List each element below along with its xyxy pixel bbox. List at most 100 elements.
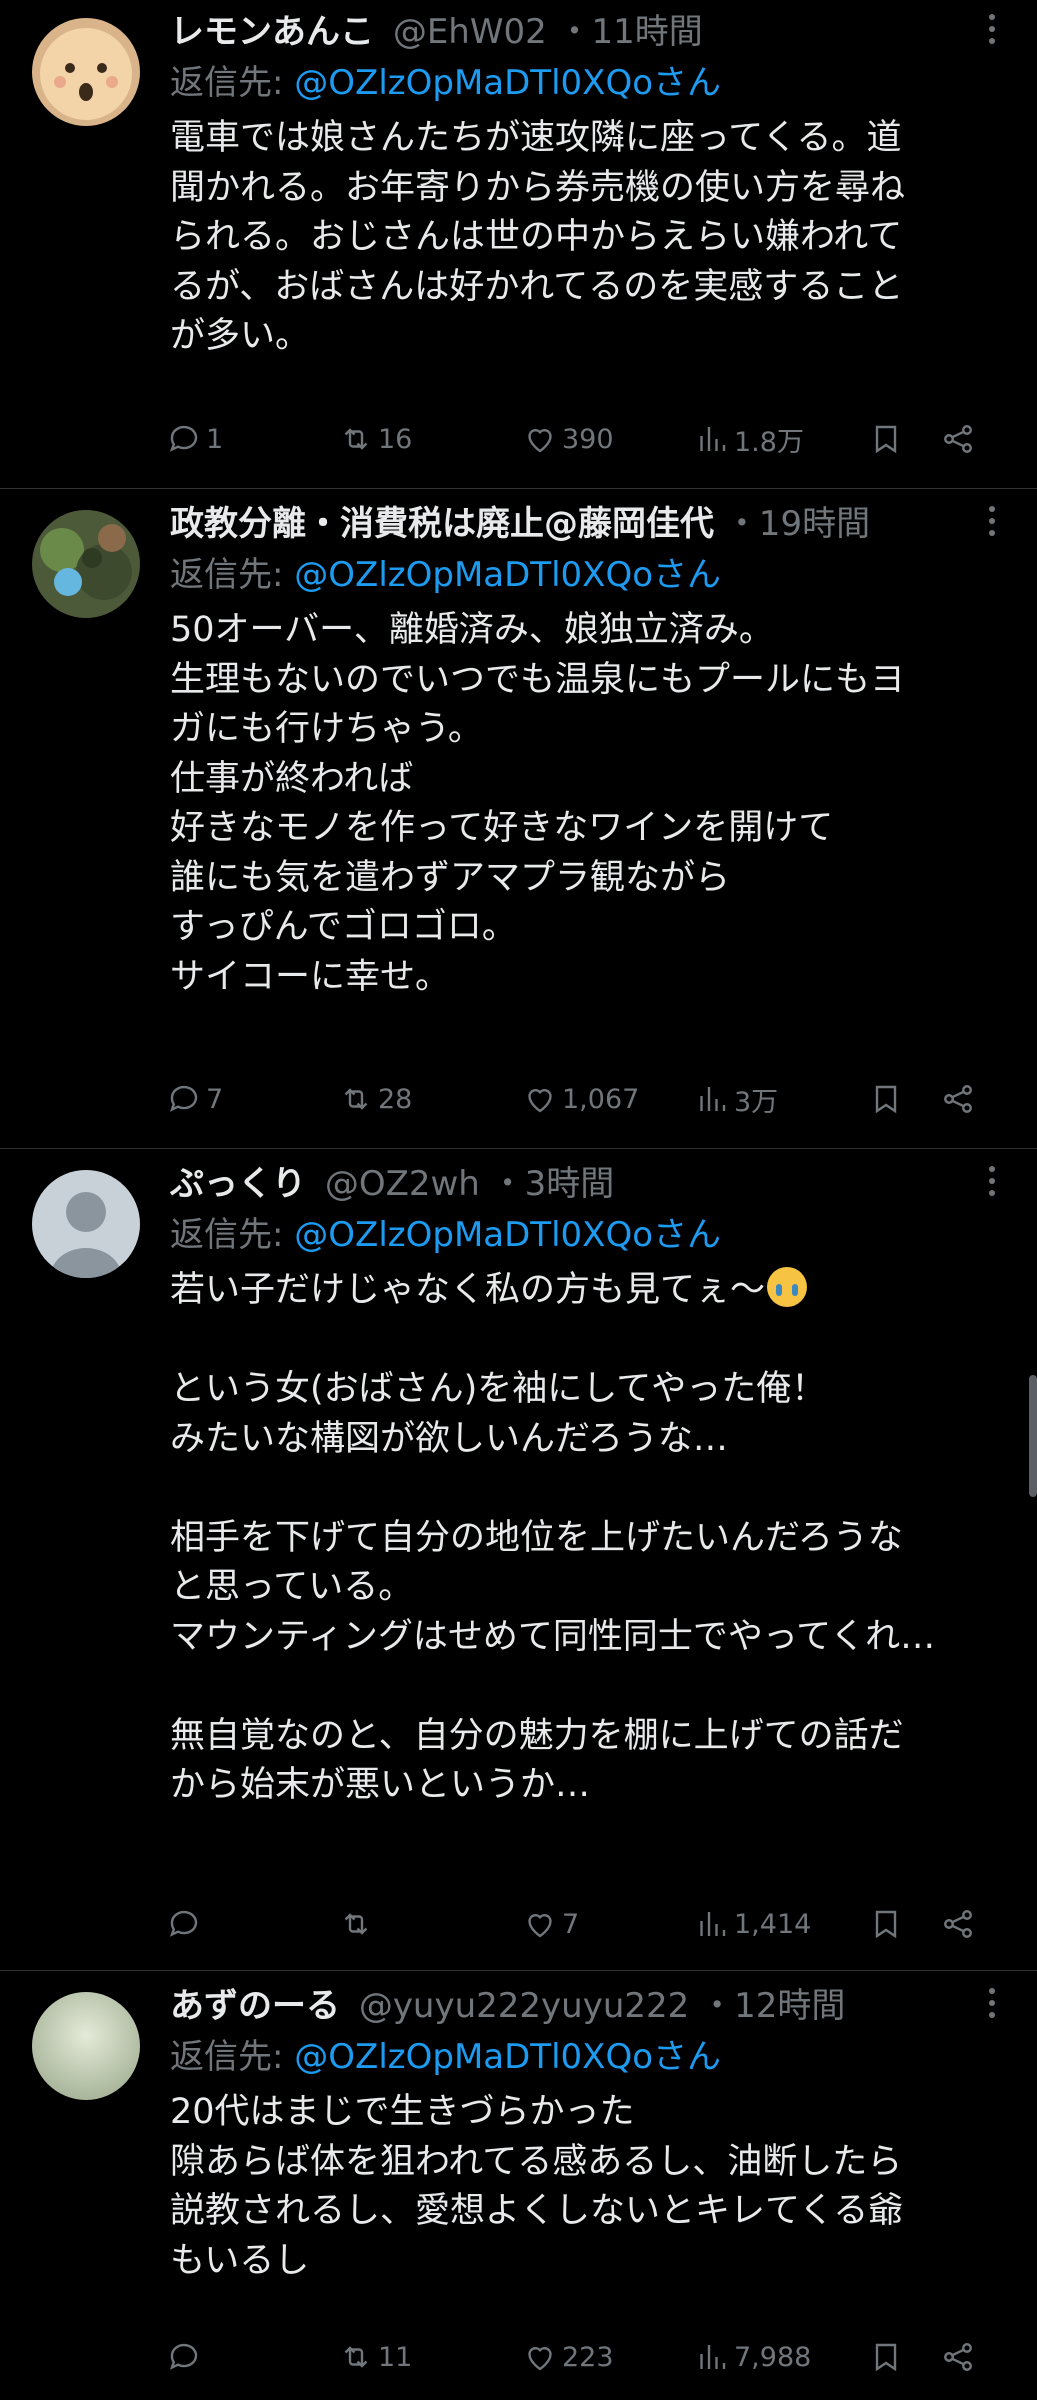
share-button[interactable] [940,1899,978,1949]
more-options-icon[interactable] [977,1982,1007,2026]
like-button[interactable]: 223 [522,2332,614,2382]
avatar[interactable] [32,18,140,126]
bookmark-icon [875,425,897,454]
reply-icon [169,1085,198,1112]
display-name[interactable]: あずのーる [170,1986,340,2026]
user-handle[interactable]: @OZ2wh [325,1164,480,1204]
bookmark-button[interactable] [868,414,906,464]
retweet-button[interactable]: 28 [338,1074,412,1124]
display-name[interactable]: ぷっくり [170,1164,306,1204]
view-count: 7,988 [734,2341,812,2373]
reply-button[interactable] [166,1899,206,1949]
views-button[interactable]: 7,988 [694,2332,811,2382]
more-options-icon[interactable] [977,8,1007,52]
retweet-button[interactable] [338,1899,378,1949]
avatar[interactable] [32,1170,140,1278]
heart-icon [528,2347,552,2371]
like-count: 1,067 [562,1083,640,1115]
retweet-count: 16 [378,423,413,455]
divider [0,488,1037,489]
bookmark-button[interactable] [868,1899,906,1949]
action-bar: 1 16 390 1.8万 [166,414,1006,464]
tweet-text: 20代はまじで生きづらかった 隙あらば体を狙われてる感あるし、油断したら 説教さ… [170,2088,1010,2286]
tweet-item[interactable]: あずのーる @yuyu222yuyu222 ・12時間 返信先: @OZlzOp… [0,1974,1037,2400]
tweet-text-line: られる。おじさんは世の中からえらい嫌われて [170,217,903,257]
user-handle[interactable]: @EhW02 [393,12,547,52]
views-chart-icon [700,427,726,451]
retweet-icon [344,428,368,450]
reply-button[interactable]: 7 [166,1074,223,1124]
reply-button[interactable]: 1 [166,414,223,464]
like-button[interactable]: 1,067 [522,1074,639,1124]
action-bar: 11 223 7,988 [166,2332,1006,2382]
reply-icon [169,2343,198,2370]
loudly-crying-face-icon [767,1267,808,1307]
reply-label: 返信先: [170,2037,295,2077]
tweet-header: あずのーる @yuyu222yuyu222 ・12時間 [170,1984,845,2028]
bookmark-button[interactable] [868,2332,906,2382]
reply-to-link[interactable]: @OZlzOpMaDTl0XQoさん [294,1215,721,1255]
reply-label: 返信先: [170,63,295,103]
reply-to-link[interactable]: @OZlzOpMaDTl0XQoさん [294,2037,721,2077]
display-name[interactable]: レモンあんこ [170,12,374,52]
tweet-text-line: 若い子だけじゃなく私の方も見てぇ〜 [170,1266,1010,1316]
tweet-text-line: 50オーバー、離婚済み、娘独立済み。 [170,610,774,650]
tweet-item[interactable]: ぷっくり @OZ2wh ・3時間 返信先: @OZlzOpMaDTl0XQoさん… [0,1152,1037,1970]
tweet-text-line: 20代はまじで生きづらかった [170,2092,635,2132]
action-bar: 7 1,414 [166,1899,1006,1949]
views-button[interactable]: 1.8万 [694,414,804,464]
views-chart-icon [700,1087,726,1111]
views-button[interactable]: 1,414 [694,1899,811,1949]
share-button[interactable] [940,414,978,464]
divider [0,1148,1037,1149]
like-button[interactable]: 7 [522,1899,579,1949]
retweet-button[interactable]: 11 [338,2332,412,2382]
retweet-button[interactable]: 16 [338,414,412,464]
tweet-text-line: 相手を下げて自分の地位を上げたいんだろうな [170,1517,903,1558]
tweet-text-line: マウンティングはせめて同性同士でやってくれ… [170,1616,936,1657]
views-button[interactable]: 3万 [694,1074,778,1124]
share-button[interactable] [940,2332,978,2382]
avatar[interactable] [32,1992,140,2100]
timestamp[interactable]: ・19時間 [725,504,870,544]
views-chart-icon [700,2345,726,2369]
retweet-count: 11 [378,2341,413,2373]
retweet-count: 28 [378,1083,413,1115]
like-count: 7 [562,1908,580,1940]
timestamp[interactable]: ・12時間 [700,1986,845,2026]
tweet-item[interactable]: レモンあんこ @EhW02 ・11時間 返信先: @OZlzOpMaDTl0XQ… [0,0,1037,488]
tweet-text-line: ガにも行けちゃう。 [170,709,483,749]
scrollbar-thumb[interactable] [1029,1375,1037,1497]
timestamp[interactable]: ・3時間 [491,1164,615,1204]
like-button[interactable]: 390 [522,414,614,464]
tweet-text-line [170,1464,1010,1514]
tweet-text-line: もいるし [170,2240,310,2281]
retweet-icon [344,1913,368,1935]
more-options-icon[interactable] [977,500,1007,544]
reply-to-link[interactable]: @OZlzOpMaDTl0XQoさん [294,555,721,595]
reply-count: 1 [206,423,224,455]
view-count: 1.8万 [734,426,804,458]
retweet-icon [344,1088,368,1110]
views-chart-icon [700,1912,726,1936]
tweet-item[interactable]: 政教分離・消費税は廃止@藤岡佳代 ・19時間 返信先: @OZlzOpMaDTl… [0,492,1037,1147]
bookmark-button[interactable] [868,1074,906,1124]
tweet-text: 若い子だけじゃなく私の方も見てぇ〜 という女(おばさん)を袖にしてやった俺！ み… [170,1266,1010,1811]
display-name[interactable]: 政教分離・消費税は廃止@藤岡佳代 [170,504,714,544]
avatar[interactable] [32,510,140,618]
tweet-text-line: 説教されるし、愛想よくしないとキレてくる爺 [170,2191,904,2231]
more-options-icon[interactable] [977,1160,1007,1204]
reply-count: 7 [206,1083,224,1115]
tweet-text-line: 好きなモノを作って好きなワインを開けて [170,808,834,848]
reply-context: 返信先: @OZlzOpMaDTl0XQoさん [170,1212,721,1258]
tweet-text-line [170,1316,1010,1366]
share-button[interactable] [940,1074,978,1124]
bookmark-icon [875,2343,897,2372]
tweet-text-line: 聞かれる。お年寄りから券売機の使い方を尋ね [170,167,906,208]
action-bar: 7 28 1,067 3万 [166,1074,1006,1124]
reply-to-link[interactable]: @OZlzOpMaDTl0XQoさん [294,63,721,103]
reply-button[interactable] [166,2332,206,2382]
user-handle[interactable]: @yuyu222yuyu222 [359,1986,689,2026]
divider [0,1970,1037,1971]
timestamp[interactable]: ・11時間 [558,12,703,52]
